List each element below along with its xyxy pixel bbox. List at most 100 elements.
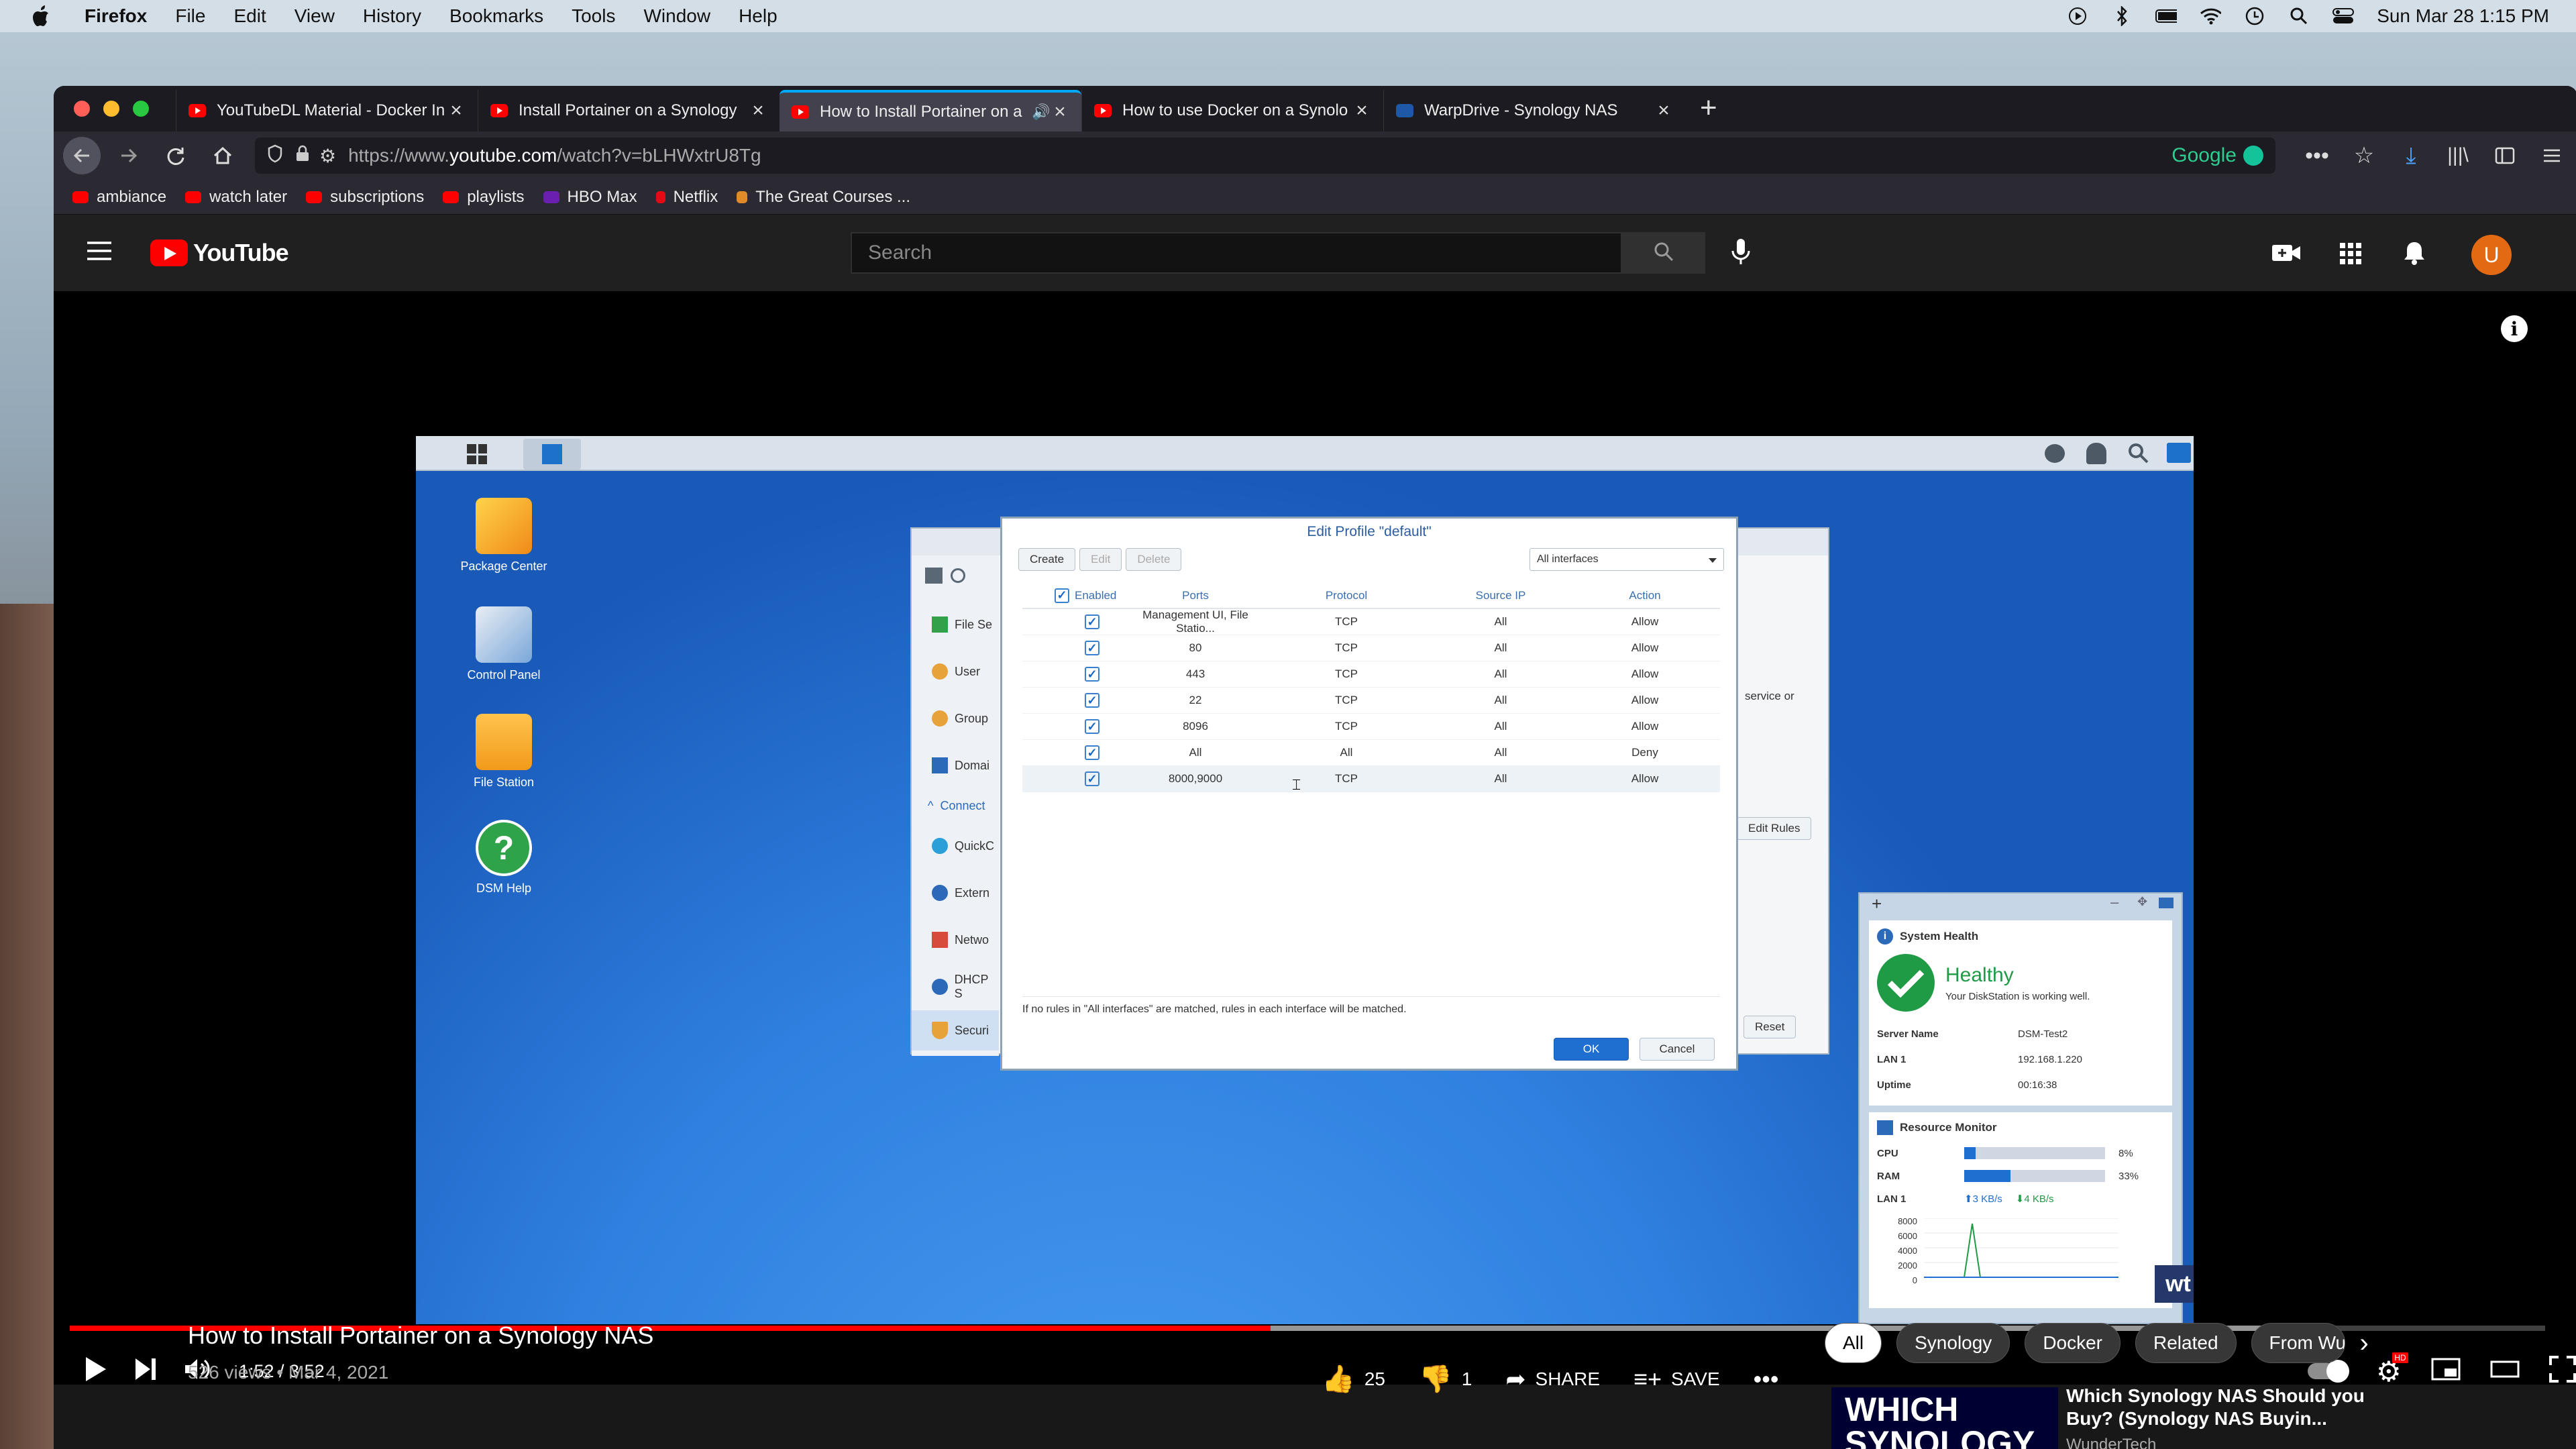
- menu-edit[interactable]: Edit: [233, 5, 266, 27]
- spotlight-search-icon[interactable]: [2288, 5, 2310, 27]
- fullscreen-icon[interactable]: [2548, 1355, 2576, 1387]
- tab-youtubedl[interactable]: YouTubeDL Material - Docker In ×: [176, 90, 478, 131]
- dsm-main-menu-icon[interactable]: [467, 444, 487, 464]
- hamburger-menu-icon[interactable]: [2533, 137, 2571, 174]
- menu-app-name[interactable]: Firefox: [85, 5, 147, 27]
- tab-how-to-install-portainer[interactable]: How to Install Portainer on a 🔊 ×: [780, 90, 1081, 131]
- chip-related[interactable]: Related: [2135, 1323, 2237, 1363]
- recommended-channel[interactable]: WunderTech: [2066, 1436, 2156, 1449]
- apps-grid-icon[interactable]: [2340, 243, 2361, 268]
- chip-from-wundertech[interactable]: From Wu: [2251, 1323, 2345, 1363]
- youtube-search-input[interactable]: Search: [851, 232, 1622, 274]
- menu-help[interactable]: Help: [739, 5, 777, 27]
- chip-docker[interactable]: Docker: [2025, 1323, 2121, 1363]
- guide-menu-icon[interactable]: [86, 240, 113, 265]
- recommended-thumbnail[interactable]: WHICH SYNOLOGY NAS: [1831, 1387, 2058, 1449]
- menu-bookmarks[interactable]: Bookmarks: [449, 5, 543, 27]
- info-icon[interactable]: i: [2501, 315, 2528, 342]
- wifi-icon[interactable]: [2200, 5, 2222, 27]
- tab-docker-synology[interactable]: How to use Docker on a Synolo ×: [1081, 90, 1383, 131]
- chip-synology[interactable]: Synology: [1896, 1323, 2010, 1363]
- sidebar-icon[interactable]: [2486, 137, 2524, 174]
- table-row[interactable]: ✓ 8096 TCP All Allow: [1022, 714, 1720, 740]
- sidebar-item-external-access[interactable]: Extern: [912, 869, 999, 916]
- bookmark-great-courses[interactable]: The Great Courses ...: [737, 188, 910, 207]
- table-row[interactable]: ✓ 22 TCP All Allow: [1022, 688, 1720, 714]
- theater-mode-icon[interactable]: [2490, 1359, 2520, 1384]
- home-icon[interactable]: [925, 568, 943, 584]
- bookmark-hbo-max[interactable]: HBO Max: [543, 188, 637, 207]
- microphone-icon[interactable]: [1731, 237, 1751, 270]
- menu-window[interactable]: Window: [643, 5, 710, 27]
- search-icon[interactable]: [951, 568, 965, 583]
- bookmark-star-icon[interactable]: ☆: [2345, 137, 2383, 174]
- close-tab-icon[interactable]: ×: [1051, 101, 1069, 123]
- table-row[interactable]: ✓ All All All Deny: [1022, 740, 1720, 766]
- close-tab-icon[interactable]: ×: [447, 99, 466, 122]
- minimize-icon[interactable]: –: [2110, 894, 2118, 911]
- chevron-right-icon[interactable]: ›: [2360, 1323, 2369, 1363]
- interface-select[interactable]: All interfaces: [1529, 548, 1724, 571]
- rule-enabled-checkbox[interactable]: ✓: [1085, 719, 1099, 734]
- rule-enabled-checkbox[interactable]: ✓: [1085, 614, 1099, 629]
- permissions-icon[interactable]: ⚙: [319, 145, 336, 167]
- table-row[interactable]: ✓ Management UI, File Statio... TCP All Allo…: [1022, 608, 1720, 635]
- apple-icon[interactable]: [27, 1, 56, 31]
- address-bar[interactable]: ⚙ https://www. youtube.com/watch?v=bLHWxt…: [255, 138, 2275, 174]
- menu-tools[interactable]: Tools: [572, 5, 615, 27]
- tab-warpdrive[interactable]: WarpDrive - Synology NAS ×: [1383, 90, 1685, 131]
- sidebar-item-domain[interactable]: Domai: [912, 742, 999, 789]
- close-window-button[interactable]: [74, 101, 90, 117]
- autoplay-toggle[interactable]: [2308, 1360, 2349, 1383]
- rule-enabled-checkbox[interactable]: ✓: [1085, 667, 1099, 682]
- header-protocol[interactable]: Protocol: [1269, 589, 1424, 602]
- control-center-icon[interactable]: [2332, 5, 2355, 27]
- menu-view[interactable]: View: [294, 5, 335, 27]
- bookmark-netflix[interactable]: Netflix: [655, 188, 718, 207]
- video-frame-dsm[interactable]: Package Center Control Panel File Statio…: [416, 436, 2194, 1324]
- desktop-icon-control-panel[interactable]: Control Panel: [447, 606, 561, 682]
- dsm-chat-icon[interactable]: [2045, 444, 2065, 463]
- sidebar-item-network[interactable]: Netwo: [912, 916, 999, 963]
- create-video-icon[interactable]: [2271, 243, 2301, 266]
- header-ports[interactable]: Ports: [1122, 589, 1269, 602]
- menu-file[interactable]: File: [175, 5, 205, 27]
- pin-icon[interactable]: ✥: [2137, 895, 2147, 909]
- dsm-search-icon[interactable]: [2128, 443, 2149, 468]
- dsm-widgets-icon[interactable]: [2167, 443, 2191, 463]
- table-row[interactable]: ✓ 80 TCP All Allow: [1022, 635, 1720, 661]
- miniplayer-icon[interactable]: [2431, 1358, 2461, 1385]
- time-machine-icon[interactable]: [2244, 5, 2265, 27]
- new-tab-icon[interactable]: +: [1685, 91, 1732, 131]
- video-player[interactable]: i Package Center Control Panel File Stat…: [54, 291, 2576, 1388]
- more-actions-icon[interactable]: •••: [1754, 1365, 1779, 1393]
- chip-all[interactable]: All: [1825, 1323, 1882, 1363]
- cancel-button[interactable]: Cancel: [1640, 1038, 1715, 1061]
- page-actions-icon[interactable]: •••: [2298, 137, 2336, 174]
- sidebar-item-quickconnect[interactable]: QuickC: [912, 822, 999, 869]
- play-button[interactable]: [83, 1356, 107, 1387]
- battery-icon[interactable]: [2155, 5, 2178, 27]
- next-button[interactable]: [134, 1357, 157, 1386]
- dsm-control-panel-taskbar-icon[interactable]: [523, 439, 581, 470]
- bookmark-ambiance[interactable]: ambiance: [72, 188, 166, 207]
- back-button[interactable]: [63, 137, 101, 174]
- bluetooth-icon[interactable]: [2111, 5, 2133, 27]
- close-tab-icon[interactable]: ×: [749, 99, 767, 122]
- sidebar-group-connectivity[interactable]: ^ Connect: [912, 789, 999, 822]
- table-row[interactable]: ✓ 443 TCP All Allow: [1022, 661, 1720, 688]
- desktop-icon-package-center[interactable]: Package Center: [447, 498, 561, 574]
- reload-button[interactable]: [157, 137, 195, 174]
- recommended-title[interactable]: Which Synology NAS Should you Buy? (Syno…: [2066, 1385, 2375, 1430]
- grammarly-icon[interactable]: [2243, 146, 2263, 166]
- youtube-logo[interactable]: YouTube: [150, 239, 289, 267]
- rule-enabled-checkbox[interactable]: ✓: [1085, 693, 1099, 708]
- create-button[interactable]: Create: [1018, 548, 1076, 571]
- header-source-ip[interactable]: Source IP: [1424, 589, 1578, 602]
- desktop-icon-dsm-help[interactable]: ? DSM Help: [447, 820, 561, 896]
- share-button[interactable]: ➦ SHARE: [1505, 1365, 1600, 1393]
- speaker-icon[interactable]: 🔊: [1032, 103, 1051, 121]
- sidebar-item-group[interactable]: Group: [912, 695, 999, 742]
- settings-gear-icon[interactable]: ⚙ HD: [2376, 1352, 2408, 1388]
- sidebar-item-user[interactable]: User: [912, 648, 999, 695]
